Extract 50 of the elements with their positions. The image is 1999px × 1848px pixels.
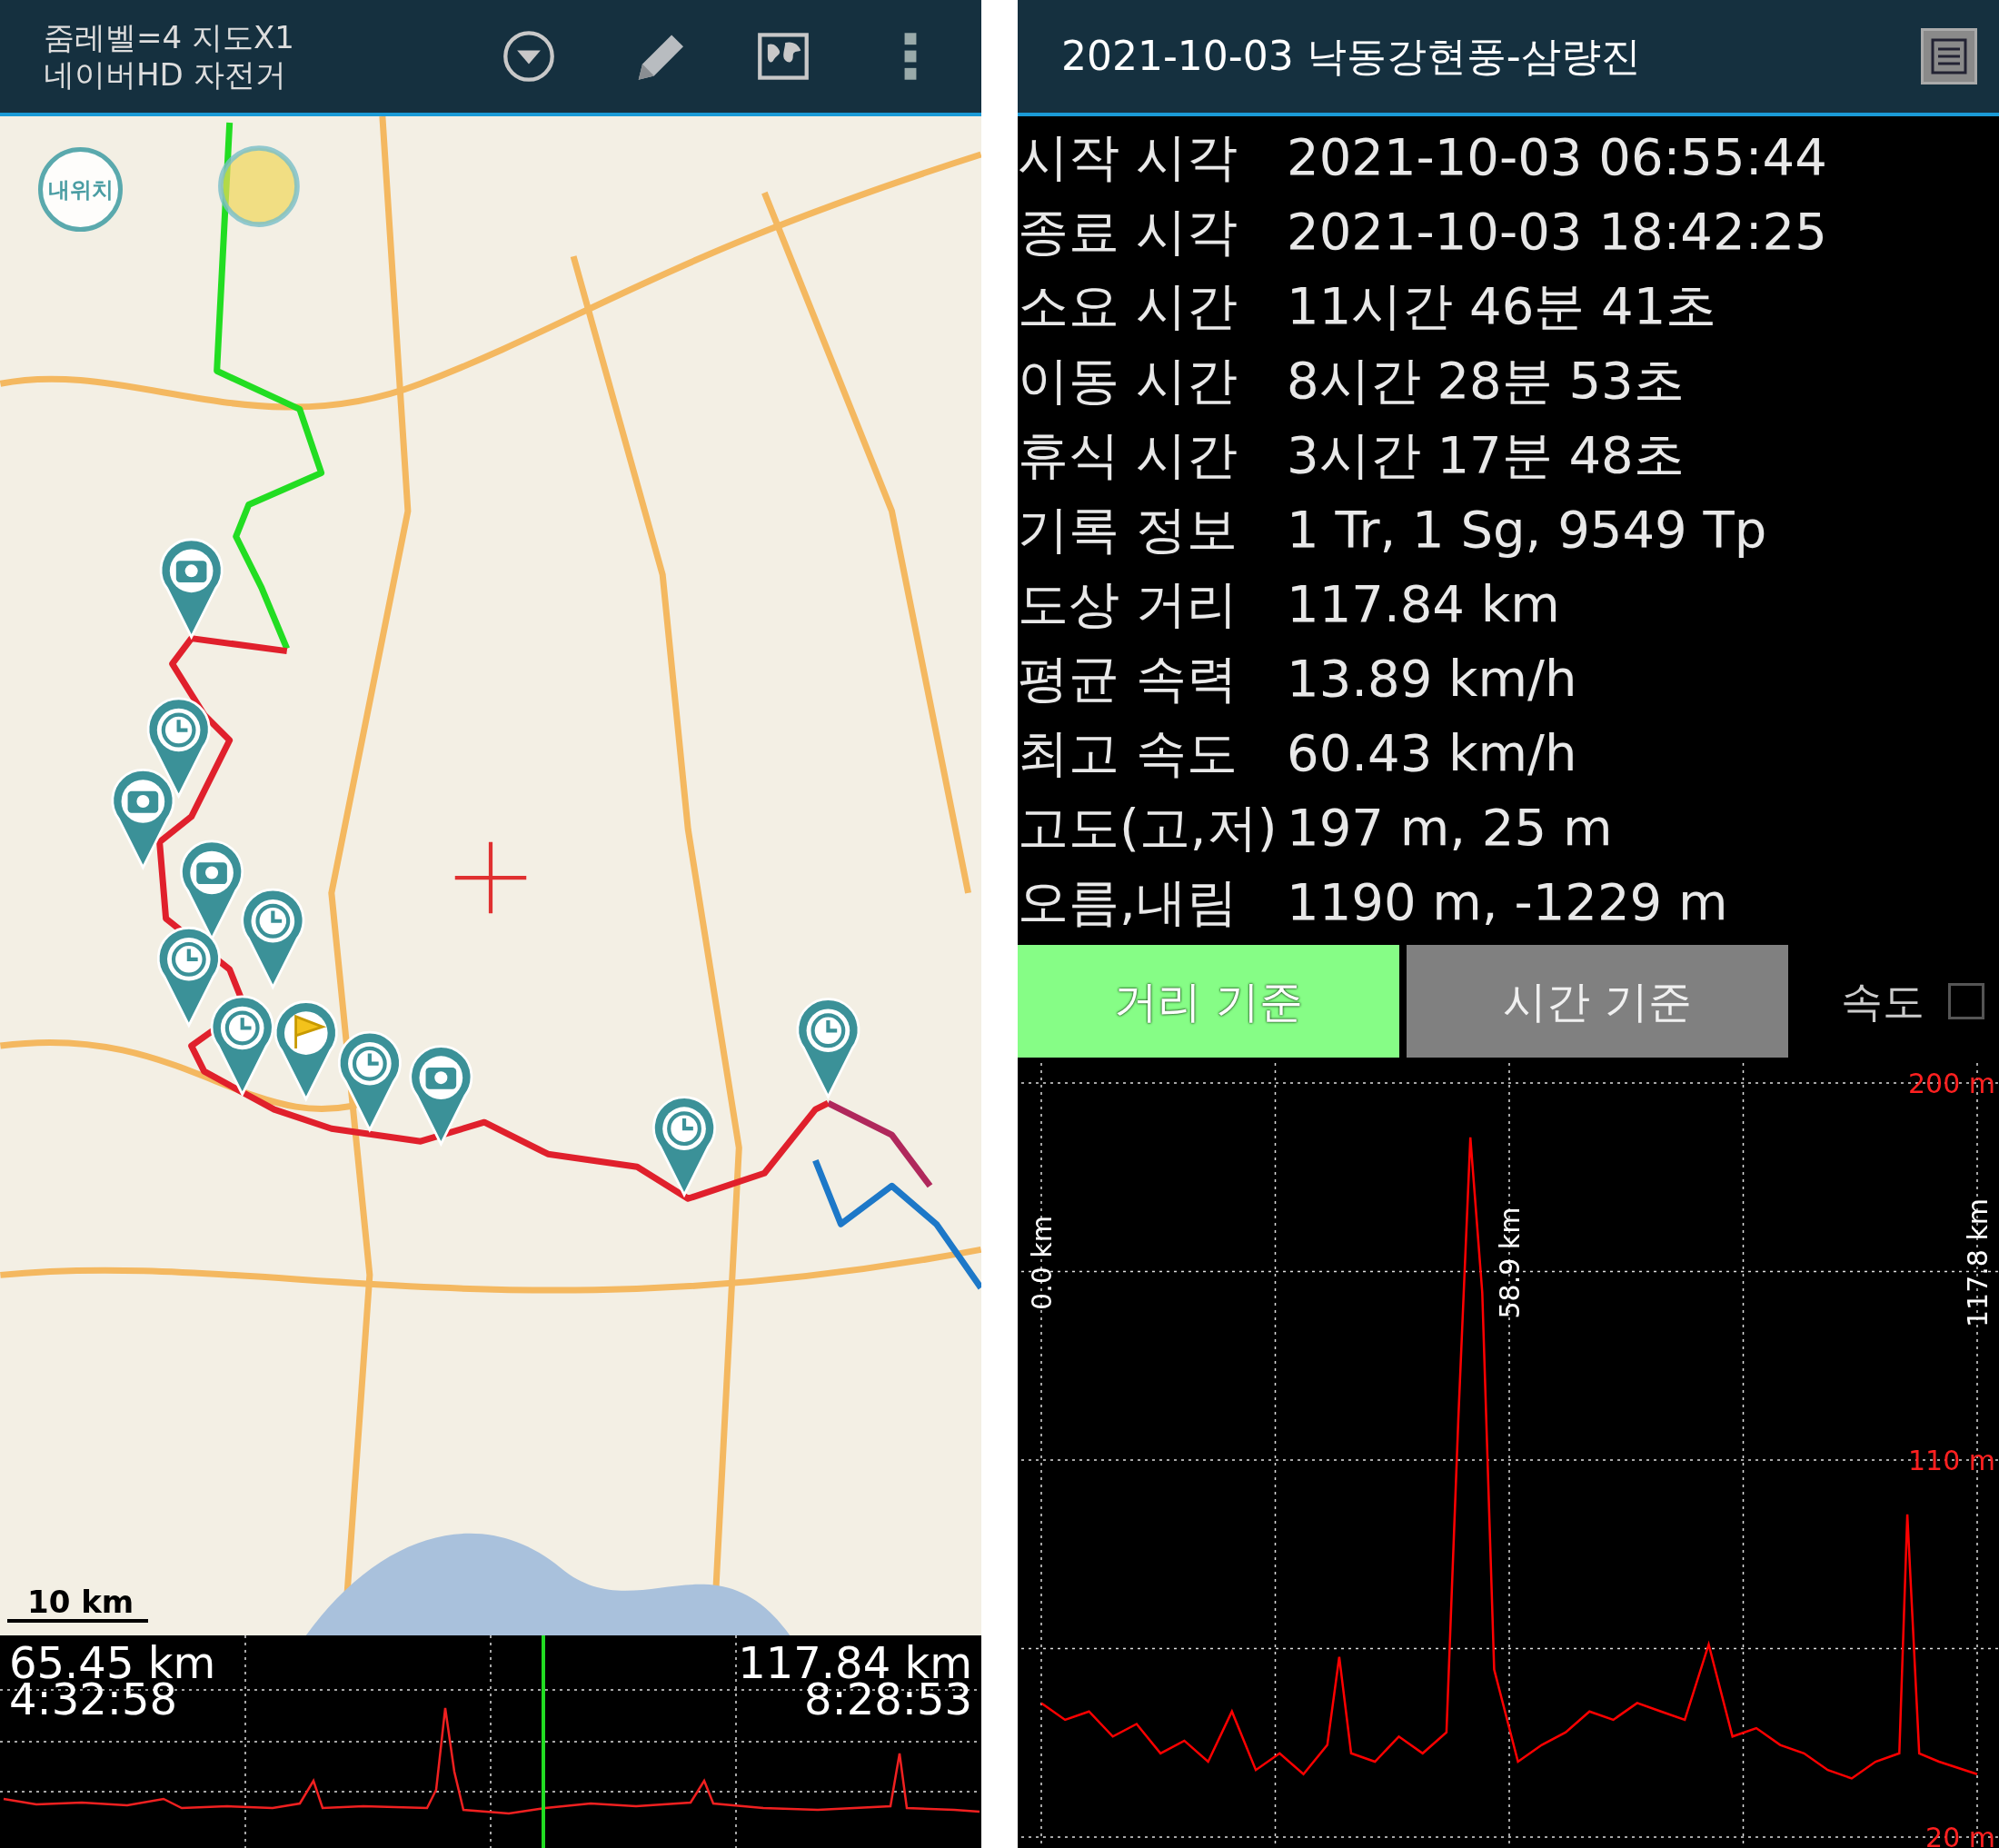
camera-pin-icon[interactable]	[409, 1045, 473, 1146]
stat-label: 종료 시각	[1018, 201, 1238, 263]
stat-label: 오름,내림	[1018, 871, 1238, 933]
toolbar-title: 줌레벨=4 지도X1	[44, 19, 295, 56]
flag-pin-icon[interactable]	[273, 1000, 338, 1101]
camera-pin-icon[interactable]	[111, 769, 175, 869]
stat-value: 60.43 km/h	[1287, 722, 1577, 784]
stat-value: 197 m, 25 m	[1287, 797, 1613, 859]
y-axis-label: 200 m	[1907, 1067, 1995, 1099]
x-axis-label: 117.8 km	[1961, 1198, 1994, 1327]
x-axis-label: 0.0 km	[1025, 1216, 1058, 1310]
stat-value: 117.84 km	[1287, 573, 1560, 635]
stat-label: 고도(고,저)	[1018, 797, 1278, 859]
camera-pin-icon[interactable]	[159, 538, 224, 639]
crosshair-icon	[453, 840, 529, 916]
my-location-button[interactable]: 내위치	[38, 147, 123, 232]
stat-value: 13.89 km/h	[1287, 648, 1577, 710]
stat-value: 1190 m, -1229 m	[1287, 871, 1728, 933]
stat-label: 시작 시각	[1018, 126, 1238, 188]
scale-bar: 10 km	[7, 1585, 149, 1623]
x-axis-label: 58.9 km	[1493, 1207, 1526, 1319]
track-title: 2021-10-03 낙동강현풍-삼량진	[1061, 32, 1641, 81]
stat-label: 소요 시간	[1018, 275, 1238, 337]
speed-label: 속도	[1841, 975, 1924, 1028]
toolbar-title: 네이버HD 자전거	[44, 56, 287, 94]
stat-label: 최고 속도	[1018, 722, 1238, 784]
dropdown-icon[interactable]	[502, 29, 556, 84]
speed-checkbox[interactable]	[1948, 983, 1984, 1019]
stat-label: 휴식 시간	[1018, 424, 1238, 486]
clock-pin-icon[interactable]	[241, 888, 305, 989]
list-menu-button[interactable]	[1921, 28, 1977, 84]
y-axis-label: 20 m	[1925, 1821, 1995, 1848]
stat-value: 3시간 17분 48초	[1287, 424, 1685, 486]
stat-label: 도상 거리	[1018, 573, 1238, 635]
stat-value: 8시간 28분 53초	[1287, 350, 1685, 412]
stat-value: 11시간 46분 41초	[1287, 275, 1717, 337]
stat-value: 1 Tr, 1 Sg, 9549 Tp	[1287, 499, 1767, 561]
stat-value: 2021-10-03 06:55:44	[1287, 126, 1827, 188]
clock-pin-icon[interactable]	[210, 995, 274, 1096]
stat-value: 2021-10-03 18:42:25	[1287, 201, 1827, 263]
location-marker-icon	[218, 145, 300, 227]
mode-tab[interactable]: 시간 기준	[1407, 945, 1788, 1058]
y-axis-label: 110 m	[1907, 1444, 1995, 1476]
clock-pin-icon[interactable]	[796, 998, 860, 1098]
clock-pin-icon[interactable]	[652, 1096, 717, 1197]
stat-label: 기록 정보	[1018, 499, 1238, 561]
clock-pin-icon[interactable]	[156, 926, 221, 1028]
clock-pin-icon[interactable]	[337, 1030, 402, 1131]
stat-label: 이동 시간	[1018, 350, 1238, 412]
stat-label: 평균 속력	[1018, 648, 1238, 710]
